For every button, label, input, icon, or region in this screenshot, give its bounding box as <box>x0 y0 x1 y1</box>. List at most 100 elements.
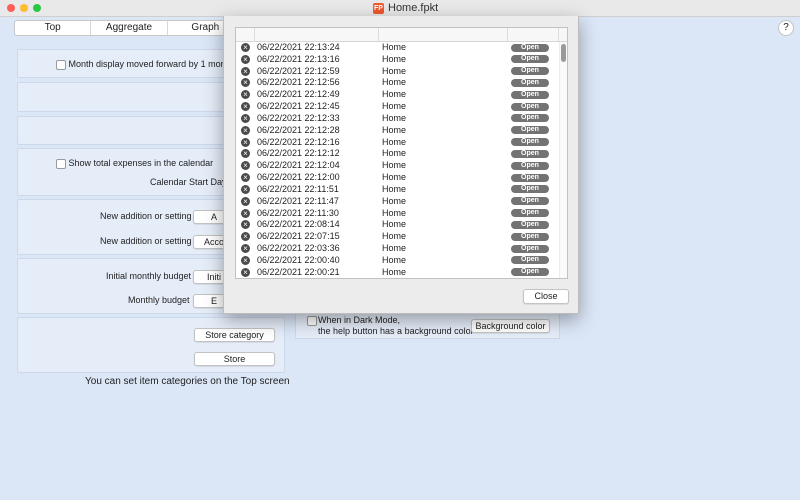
delete-icon[interactable]: × <box>241 184 250 194</box>
window-minimize-button[interactable] <box>20 4 28 12</box>
tab-aggregate[interactable]: Aggregate <box>91 21 168 35</box>
show-total-label: Show total expenses in the calendar <box>68 158 214 168</box>
delete-icon[interactable]: × <box>241 66 250 76</box>
row-datetime: 06/22/2021 22:12:28 <box>257 124 340 135</box>
delete-icon[interactable]: × <box>241 149 250 159</box>
app-icon: FP <box>373 2 384 14</box>
table-row[interactable]: × 06/22/2021 22:12:45 Home Open <box>236 101 559 113</box>
row-name: Home <box>382 136 407 147</box>
open-button[interactable]: Open <box>511 161 549 170</box>
table-row[interactable]: × 06/22/2021 22:12:59 Home Open <box>236 66 559 78</box>
tab-top[interactable]: Top <box>15 21 92 35</box>
delete-icon[interactable]: × <box>241 208 250 218</box>
table-row[interactable]: × 06/22/2021 22:12:56 Home Open <box>236 77 559 89</box>
open-button[interactable]: Open <box>511 185 549 194</box>
row-datetime: 06/22/2021 22:12:12 <box>257 148 340 159</box>
delete-icon[interactable]: × <box>241 196 250 206</box>
open-button[interactable]: Open <box>511 256 549 265</box>
delete-icon[interactable]: × <box>241 78 250 88</box>
delete-icon[interactable]: × <box>241 220 250 230</box>
open-button[interactable]: Open <box>511 43 549 52</box>
table-row[interactable]: × 06/22/2021 22:11:30 Home Open <box>236 208 559 220</box>
table-row[interactable]: × 06/22/2021 22:03:36 Home Open <box>236 243 559 255</box>
row-datetime: 06/22/2021 22:13:24 <box>257 42 340 52</box>
row-name: Home <box>382 42 407 52</box>
dark-mode-panel: When in Dark Mode, the help button has a… <box>295 313 560 339</box>
background-color-button[interactable]: Background color <box>471 319 550 333</box>
row-name: Home <box>382 195 407 206</box>
dark-mode-label-line1: When in Dark Mode, <box>318 315 401 325</box>
delete-icon[interactable]: × <box>241 43 250 52</box>
row-datetime: 06/22/2021 22:11:47 <box>257 195 339 206</box>
delete-icon[interactable]: × <box>241 125 250 135</box>
dark-mode-checkbox[interactable] <box>307 316 317 326</box>
scrollbar-thumb[interactable] <box>561 44 566 62</box>
table-row[interactable]: × 06/22/2021 22:12:12 Home Open <box>236 148 559 160</box>
open-button[interactable]: Open <box>511 149 549 158</box>
delete-icon[interactable]: × <box>241 137 250 147</box>
delete-icon[interactable]: × <box>241 102 250 112</box>
row-datetime: 06/22/2021 22:12:33 <box>257 112 340 123</box>
show-total-option[interactable]: Show total expenses in the calendar <box>56 158 213 169</box>
table-row[interactable]: × 06/22/2021 22:07:15 Home Open <box>236 231 559 243</box>
open-button[interactable]: Open <box>511 126 549 135</box>
open-button[interactable]: Open <box>511 232 549 241</box>
month-forward-checkbox[interactable] <box>56 59 66 70</box>
show-total-checkbox[interactable] <box>56 158 66 169</box>
help-button[interactable]: ? <box>778 20 794 36</box>
open-button[interactable]: Open <box>511 244 549 253</box>
open-button[interactable]: Open <box>511 114 549 123</box>
store-category-button[interactable]: Store category <box>194 328 275 342</box>
table-header <box>236 28 567 42</box>
history-sheet: × 06/22/2021 22:13:24 Home Open × 06/22/2021 … <box>223 16 579 314</box>
month-forward-option[interactable]: Month display moved forward by 1 month <box>56 59 233 70</box>
table-row[interactable]: × 06/22/2021 22:12:33 Home Open <box>236 113 559 125</box>
delete-icon[interactable]: × <box>241 267 250 277</box>
open-button[interactable]: Open <box>511 173 549 182</box>
open-button[interactable]: Open <box>511 90 549 99</box>
table-scrollbar[interactable] <box>559 42 567 278</box>
open-button[interactable]: Open <box>511 268 549 277</box>
open-button[interactable]: Open <box>511 220 549 229</box>
delete-icon[interactable]: × <box>241 161 250 171</box>
open-button[interactable]: Open <box>511 78 549 87</box>
delete-icon[interactable]: × <box>241 244 250 254</box>
open-button[interactable]: Open <box>511 67 549 76</box>
month-forward-label: Month display moved forward by 1 month <box>68 59 234 69</box>
main-tab-bar: Top Aggregate Graph <box>14 20 244 36</box>
table-row[interactable]: × 06/22/2021 22:00:21 Home Open <box>236 267 559 278</box>
delete-icon[interactable]: × <box>241 54 250 64</box>
close-button[interactable]: Close <box>523 289 569 304</box>
open-button[interactable]: Open <box>511 55 549 64</box>
delete-icon[interactable]: × <box>241 113 250 123</box>
table-row[interactable]: × 06/22/2021 22:12:49 Home Open <box>236 89 559 101</box>
table-row[interactable]: × 06/22/2021 22:13:16 Home Open <box>236 54 559 66</box>
history-rows: × 06/22/2021 22:13:24 Home Open × 06/22/2021 … <box>236 42 559 278</box>
table-row[interactable]: × 06/22/2021 22:12:04 Home Open <box>236 160 559 172</box>
window-zoom-button[interactable] <box>33 4 41 12</box>
open-button[interactable]: Open <box>511 209 549 218</box>
table-row[interactable]: × 06/22/2021 22:11:47 Home Open <box>236 196 559 208</box>
open-button[interactable]: Open <box>511 197 549 206</box>
window-close-button[interactable] <box>7 4 15 12</box>
row-datetime: 06/22/2021 22:13:16 <box>257 53 340 64</box>
row-datetime: 06/22/2021 22:12:59 <box>257 65 340 76</box>
table-row[interactable]: × 06/22/2021 22:13:24 Home Open <box>236 42 559 54</box>
table-row[interactable]: × 06/22/2021 22:12:16 Home Open <box>236 137 559 149</box>
table-row[interactable]: × 06/22/2021 22:12:00 Home Open <box>236 172 559 184</box>
dark-mode-label-line2: the help button has a background color <box>318 326 474 336</box>
row-name: Home <box>382 207 407 218</box>
row-name: Home <box>382 65 407 76</box>
delete-icon[interactable]: × <box>241 255 250 265</box>
store-button[interactable]: Store <box>194 352 275 366</box>
table-row[interactable]: × 06/22/2021 22:08:14 Home Open <box>236 219 559 231</box>
delete-icon[interactable]: × <box>241 232 250 242</box>
table-row[interactable]: × 06/22/2021 22:11:51 Home Open <box>236 184 559 196</box>
new-addition-label-2: New addition or setting <box>100 236 192 246</box>
delete-icon[interactable]: × <box>241 173 250 183</box>
delete-icon[interactable]: × <box>241 90 250 100</box>
table-row[interactable]: × 06/22/2021 22:12:28 Home Open <box>236 125 559 137</box>
table-row[interactable]: × 06/22/2021 22:00:40 Home Open <box>236 255 559 267</box>
open-button[interactable]: Open <box>511 102 549 111</box>
open-button[interactable]: Open <box>511 138 549 147</box>
